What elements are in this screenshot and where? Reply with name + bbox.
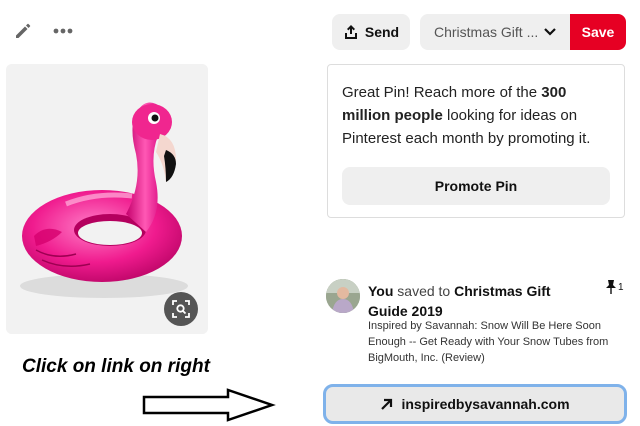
- website-link-button[interactable]: inspiredbysavannah.com: [323, 384, 627, 424]
- saved-board-link[interactable]: Christmas Gift Guide 2019: [368, 283, 551, 319]
- chevron-down-icon: [538, 28, 562, 36]
- arrow-up-right-icon: [381, 398, 393, 410]
- more-options-button[interactable]: [50, 20, 76, 42]
- pin-count: 1: [606, 280, 624, 294]
- annotation-text: Click on link on right: [22, 356, 210, 377]
- save-button[interactable]: Save: [570, 14, 626, 50]
- saved-by-text: You saved to Christmas Gift Guide 2019: [368, 281, 568, 321]
- pencil-icon: [16, 23, 31, 38]
- avatar[interactable]: [326, 279, 360, 313]
- edit-button[interactable]: [12, 20, 34, 42]
- visual-search-button[interactable]: [164, 292, 198, 326]
- share-icon: [344, 25, 357, 39]
- promote-message: Great Pin! Reach more of the 300 million…: [342, 84, 591, 147]
- saved-verb: saved to: [397, 283, 451, 299]
- ellipsis-icon: [53, 28, 73, 34]
- pushpin-icon: [606, 280, 616, 294]
- pin-count-value: 1: [618, 281, 624, 293]
- send-button[interactable]: Send: [332, 14, 410, 50]
- send-label: Send: [364, 24, 400, 40]
- pin-description: Inspired by Savannah: Snow Will Be Here …: [368, 320, 609, 364]
- promote-card: Great Pin! Reach more of the 300 million…: [327, 64, 625, 218]
- promote-pin-button[interactable]: Promote Pin: [342, 167, 610, 205]
- website-link-label: inspiredbysavannah.com: [401, 396, 570, 412]
- board-selector[interactable]: Christmas Gift ...: [420, 14, 572, 50]
- saved-by-user[interactable]: You: [368, 283, 393, 299]
- visual-search-icon: [172, 300, 190, 318]
- board-selector-label: Christmas Gift ...: [434, 24, 538, 40]
- arrow-right-icon: [142, 388, 276, 422]
